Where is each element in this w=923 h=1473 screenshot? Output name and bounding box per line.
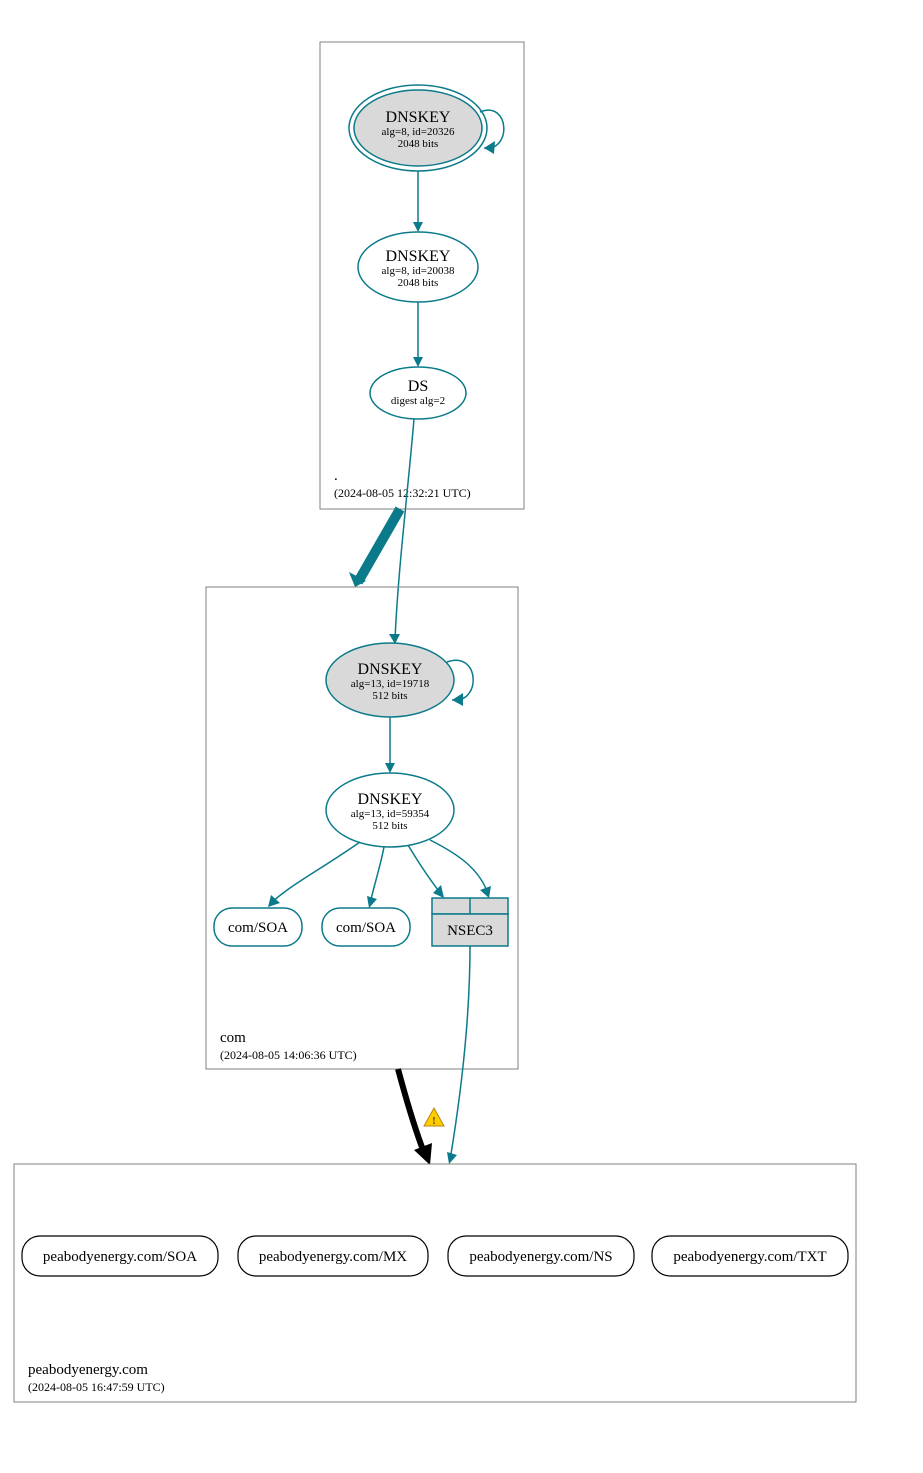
zone-root-timestamp: (2024-08-05 12:32:21 UTC): [334, 486, 471, 500]
com-nsec3-label: NSEC3: [447, 923, 493, 939]
domain-mx-label: peabodyenergy.com/MX: [259, 1249, 407, 1265]
zone-domain-timestamp: (2024-08-05 16:47:59 UTC): [28, 1380, 165, 1394]
root-ksk-title: DNSKEY: [386, 109, 451, 126]
node-domain-mx[interactable]: peabodyenergy.com/MX: [238, 1236, 428, 1276]
com-zsk-line2: 512 bits: [372, 820, 407, 832]
com-ksk-line2: 512 bits: [372, 690, 407, 702]
edge-com-zsk-to-soa1: [270, 842, 360, 904]
node-domain-ns[interactable]: peabodyenergy.com/NS: [448, 1236, 634, 1276]
com-ksk-line1: alg=13, id=19718: [351, 678, 430, 690]
node-root-zsk[interactable]: DNSKEY alg=8, id=20038 2048 bits: [358, 232, 478, 302]
arrowhead-com-ksk-selfloop: [452, 693, 463, 706]
root-ds-title: DS: [408, 378, 428, 395]
arrowhead-root-ksk-to-zsk: [413, 222, 423, 232]
node-com-soa-2[interactable]: com/SOA: [322, 908, 410, 946]
root-ds-line1: digest alg=2: [391, 395, 445, 407]
arrowhead-com-zsk-to-nsec3-a: [433, 885, 444, 898]
com-ksk-title: DNSKEY: [358, 661, 423, 678]
arrowhead-com-zsk-to-soa2: [367, 896, 377, 908]
com-soa-2-label: com/SOA: [336, 920, 396, 936]
domain-soa-label: peabodyenergy.com/SOA: [43, 1249, 197, 1265]
zone-domain-name: peabodyenergy.com: [28, 1362, 148, 1378]
arrowhead-root-ksk-selfloop: [484, 141, 495, 154]
zone-com-timestamp: (2024-08-05 14:06:36 UTC): [220, 1048, 357, 1062]
root-zsk-line2: 2048 bits: [398, 277, 439, 289]
domain-txt-label: peabodyenergy.com/TXT: [673, 1249, 826, 1265]
node-domain-txt[interactable]: peabodyenergy.com/TXT: [652, 1236, 848, 1276]
node-root-ds[interactable]: DS digest alg=2: [370, 367, 466, 419]
node-com-ksk[interactable]: DNSKEY alg=13, id=19718 512 bits: [326, 643, 454, 717]
com-zsk-line1: alg=13, id=59354: [351, 808, 430, 820]
arrowhead-root-zsk-to-ds: [413, 357, 423, 367]
edge-com-zsk-to-nsec3-a: [408, 845, 442, 895]
arrowhead-nsec3-to-domain: [447, 1152, 457, 1164]
root-ksk-line2: 2048 bits: [398, 138, 439, 150]
root-ksk-line1: alg=8, id=20326: [382, 126, 455, 138]
com-soa-1-label: com/SOA: [228, 920, 288, 936]
zone-root-name: .: [334, 468, 338, 484]
warning-icon: !: [424, 1108, 444, 1127]
arrowhead-com-ksk-to-zsk: [385, 763, 395, 773]
edge-root-to-com-delegation: [358, 509, 400, 582]
root-zsk-title: DNSKEY: [386, 248, 451, 265]
domain-ns-label: peabodyenergy.com/NS: [469, 1249, 612, 1265]
edge-nsec3-to-domain: [450, 946, 470, 1160]
root-zsk-line1: alg=8, id=20038: [382, 265, 455, 277]
com-zsk-title: DNSKEY: [358, 791, 423, 808]
edge-com-to-domain-delegation: [398, 1069, 425, 1155]
svg-text:!: !: [432, 1115, 436, 1127]
node-com-soa-1[interactable]: com/SOA: [214, 908, 302, 946]
edge-ds-to-com-ksk: [395, 419, 414, 640]
node-domain-soa[interactable]: peabodyenergy.com/SOA: [22, 1236, 218, 1276]
edge-com-zsk-to-soa2: [370, 847, 384, 904]
node-root-ksk[interactable]: DNSKEY alg=8, id=20326 2048 bits: [349, 85, 487, 171]
zone-com-name: com: [220, 1030, 246, 1046]
node-com-zsk[interactable]: DNSKEY alg=13, id=59354 512 bits: [326, 773, 454, 847]
node-com-nsec3[interactable]: NSEC3: [432, 898, 508, 946]
edge-com-zsk-to-nsec3-b: [430, 840, 488, 894]
